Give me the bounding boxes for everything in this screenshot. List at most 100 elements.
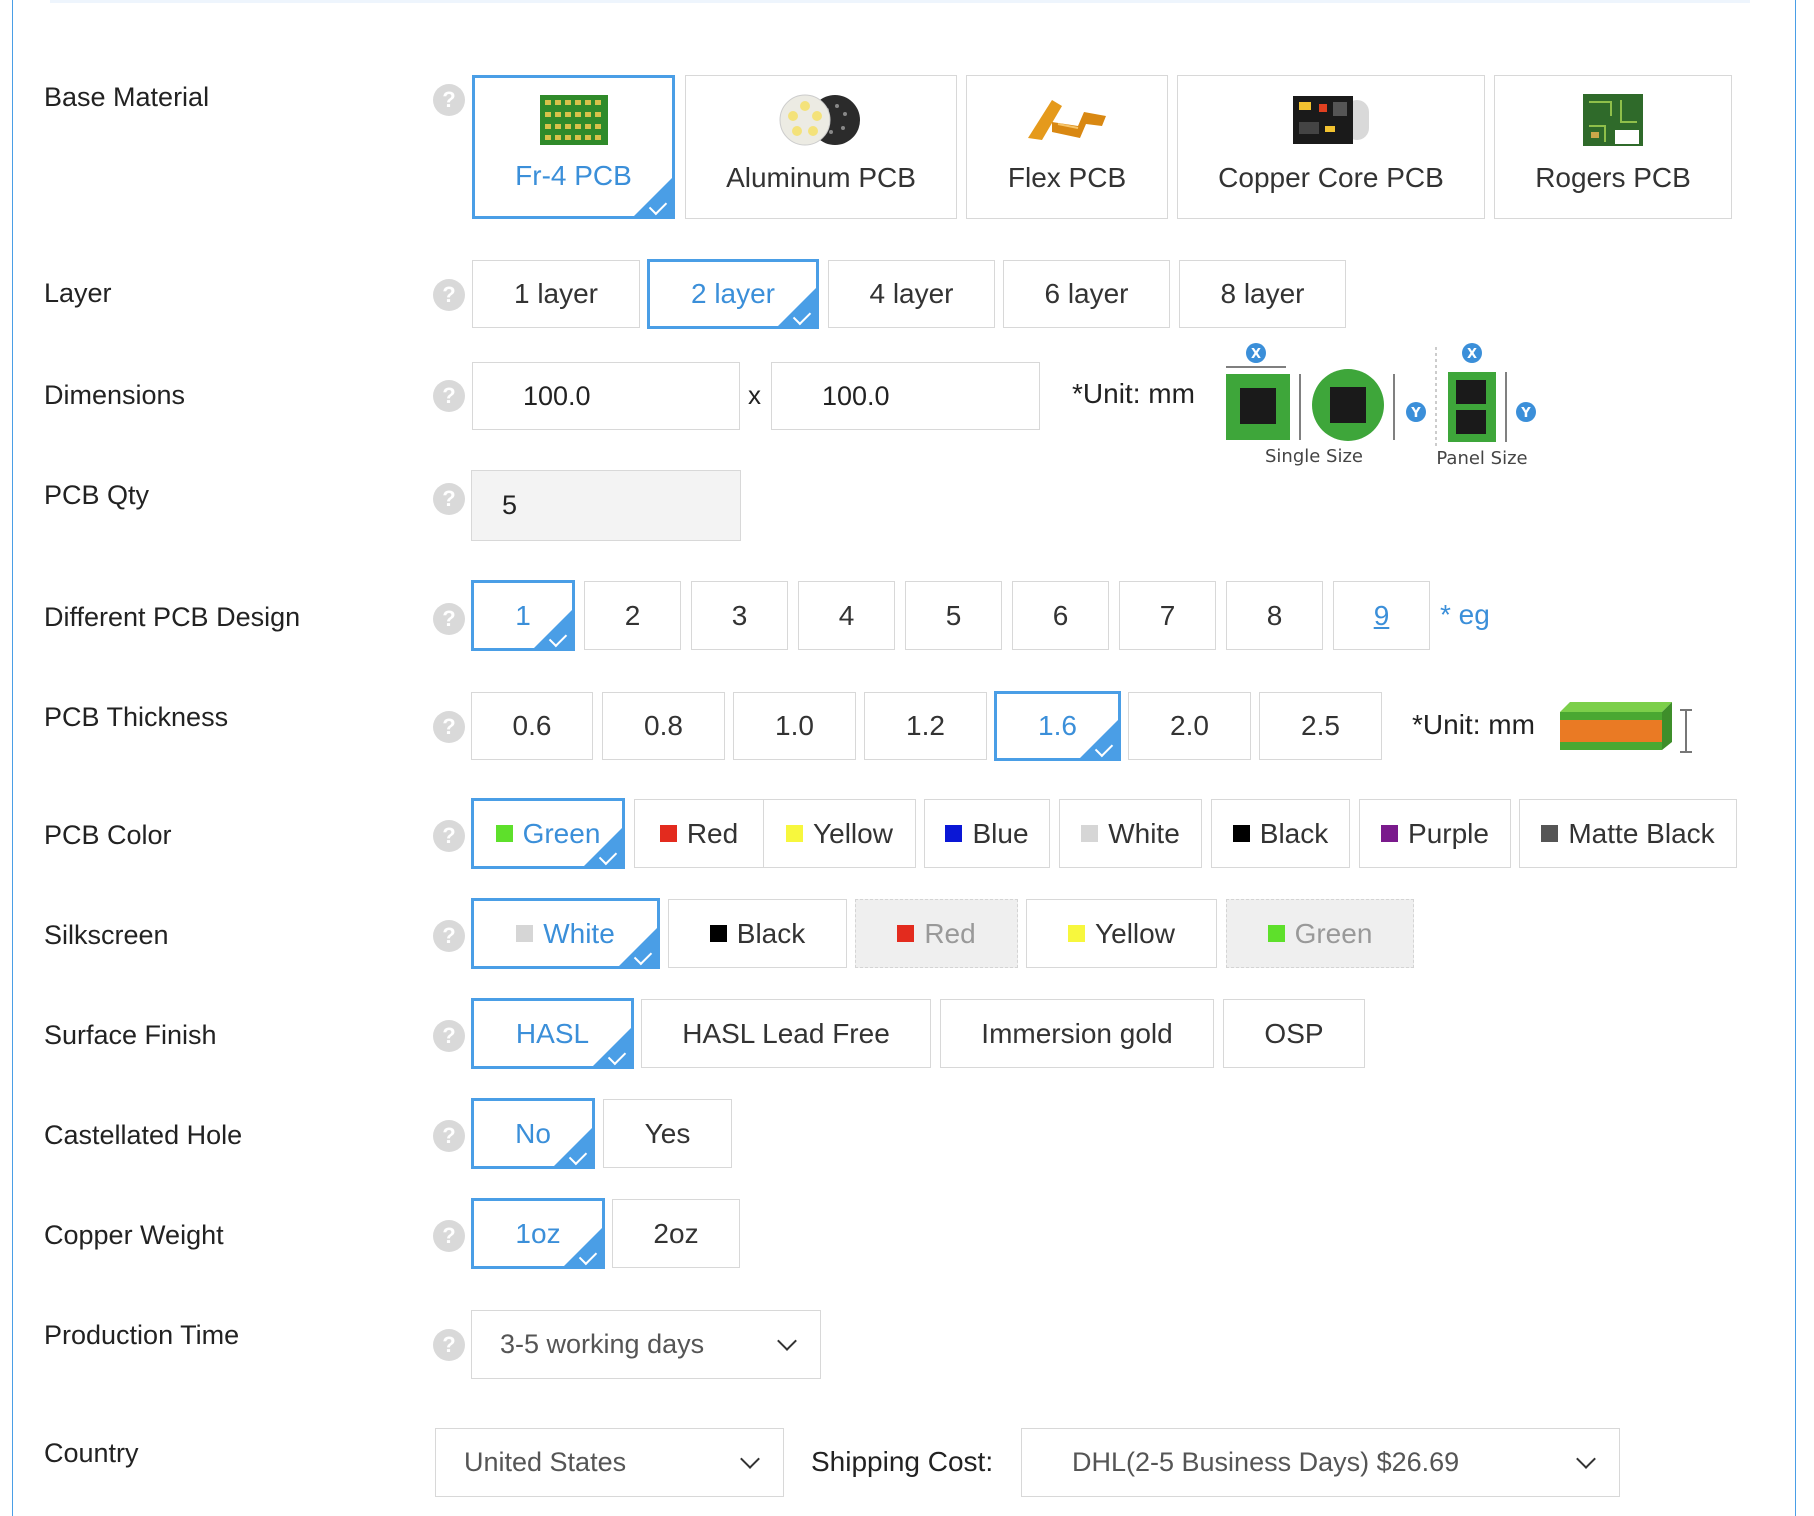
base-material-copper-core[interactable]: Copper Core PCB: [1177, 75, 1485, 219]
pcb-color-matte-black[interactable]: Matte Black: [1519, 799, 1737, 868]
pcb-color-red[interactable]: Red: [634, 799, 764, 868]
base-material-aluminum[interactable]: Aluminum PCB: [685, 75, 957, 219]
help-icon[interactable]: ?: [433, 711, 465, 743]
option-label: 4: [838, 599, 855, 631]
pcb-color-black[interactable]: Black: [1211, 799, 1350, 868]
single-size-caption: Single Size: [1265, 446, 1363, 467]
design-option-5[interactable]: 5: [905, 581, 1002, 650]
aluminum-pcb-icon: [779, 94, 860, 146]
design-option-1[interactable]: 1: [471, 580, 575, 651]
pcb-color-green[interactable]: Green: [471, 798, 625, 869]
flex-pcb-icon: [1028, 100, 1106, 140]
copper-weight-1oz[interactable]: 1oz: [471, 1198, 605, 1269]
width-value: 100.0: [523, 380, 591, 411]
thickness-option-0-6[interactable]: 0.6: [471, 692, 593, 760]
country-label: Country: [44, 1438, 139, 1468]
base-material-flex[interactable]: Flex PCB: [966, 75, 1168, 219]
thickness-option-1-0[interactable]: 1.0: [733, 692, 856, 760]
help-icon[interactable]: ?: [433, 603, 465, 635]
option-label: OSP: [1264, 1017, 1324, 1049]
silkscreen-black[interactable]: Black: [668, 899, 847, 968]
layer-option-6[interactable]: 6 layer: [1003, 260, 1170, 328]
design-option-8[interactable]: 8: [1226, 581, 1323, 650]
thickness-option-1-6[interactable]: 1.6: [994, 691, 1121, 761]
design-option-4[interactable]: 4: [798, 581, 895, 650]
thickness-label: PCB Thickness: [44, 702, 229, 732]
surface-finish-osp[interactable]: OSP: [1223, 999, 1365, 1068]
dimensions-label: Dimensions: [44, 380, 186, 410]
copper-weight-label: Copper Weight: [44, 1220, 224, 1250]
base-material-fr4[interactable]: Fr-4 PCB: [472, 75, 675, 219]
design-option-6[interactable]: 6: [1012, 581, 1109, 650]
design-option-2[interactable]: 2: [584, 581, 681, 650]
castellated-yes[interactable]: Yes: [603, 1099, 732, 1168]
pcb-color-label: PCB Color: [44, 820, 172, 850]
help-icon[interactable]: ?: [433, 380, 465, 412]
help-icon[interactable]: ?: [433, 483, 465, 515]
axis-x-label-1: X: [1251, 347, 1261, 362]
help-icon[interactable]: ?: [433, 920, 465, 952]
help-icon[interactable]: ?: [433, 1120, 465, 1152]
option-label: HASL: [515, 1017, 590, 1049]
board-thickness-icon: [1560, 702, 1692, 753]
base-material-rogers[interactable]: Rogers PCB: [1494, 75, 1732, 219]
option-label: Yes: [644, 1117, 691, 1149]
design-option-7[interactable]: 7: [1119, 581, 1216, 650]
layer-option-8[interactable]: 8 layer: [1179, 260, 1346, 328]
different-design-label: Different PCB Design: [44, 602, 301, 632]
pcb-color-yellow[interactable]: Yellow: [764, 799, 916, 868]
panel-size-caption: Panel Size: [1436, 448, 1527, 469]
option-label: 1 layer: [513, 278, 599, 309]
help-icon[interactable]: ?: [433, 279, 465, 311]
help-icon[interactable]: ?: [433, 84, 465, 116]
shipping-select[interactable]: DHL(2-5 Business Days) $26.69: [1021, 1428, 1620, 1497]
option-label: 1.2: [906, 710, 945, 741]
thickness-option-0-8[interactable]: 0.8: [602, 692, 725, 760]
option-label: 2 layer: [690, 278, 776, 309]
height-value: 100.0: [822, 380, 890, 411]
check-icon: [548, 628, 568, 648]
production-time-select[interactable]: 3-5 working days: [471, 1310, 821, 1379]
surface-finish-hasl[interactable]: HASL: [471, 998, 634, 1069]
thickness-option-2-0[interactable]: 2.0: [1128, 692, 1251, 760]
option-label: Matte Black: [1568, 817, 1715, 849]
height-input[interactable]: 100.0: [771, 362, 1040, 430]
silkscreen-yellow[interactable]: Yellow: [1026, 899, 1217, 968]
layer-option-4[interactable]: 4 layer: [828, 260, 995, 328]
yellow-swatch-icon: [786, 825, 804, 842]
silkscreen-green: Green: [1226, 899, 1414, 968]
option-label: Yellow: [813, 817, 893, 849]
pcb-color-blue[interactable]: Blue: [924, 799, 1050, 868]
design-option-9[interactable]: 9: [1333, 581, 1430, 650]
help-icon[interactable]: ?: [433, 1329, 465, 1361]
help-icon[interactable]: ?: [433, 1220, 465, 1252]
check-icon: [568, 1146, 588, 1166]
help-icon[interactable]: ?: [433, 820, 465, 852]
blue-swatch-icon: [945, 825, 963, 842]
surface-finish-immersion-gold[interactable]: Immersion gold: [940, 999, 1214, 1068]
design-eg-link[interactable]: * eg: [1440, 599, 1490, 631]
surface-finish-label: Surface Finish: [44, 1020, 217, 1050]
pcb-color-white[interactable]: White: [1059, 799, 1202, 868]
dimensions-unit: *Unit: mm: [1072, 378, 1195, 409]
pcb-qty-input[interactable]: 5: [471, 470, 741, 541]
design-option-3[interactable]: 3: [691, 581, 788, 650]
layer-option-1[interactable]: 1 layer: [472, 260, 640, 328]
production-time-label: Production Time: [44, 1320, 240, 1350]
silkscreen-white[interactable]: White: [471, 898, 660, 969]
castellated-no[interactable]: No: [471, 1098, 595, 1169]
width-input[interactable]: 100.0: [472, 362, 740, 430]
yellow-swatch-icon: [1068, 925, 1086, 942]
shipping-value: DHL(2-5 Business Days) $26.69: [1072, 1447, 1460, 1477]
copper-weight-2oz[interactable]: 2oz: [612, 1199, 740, 1268]
thickness-option-1-2[interactable]: 1.2: [864, 692, 987, 760]
thickness-option-2-5[interactable]: 2.5: [1259, 692, 1382, 760]
option-label: No: [515, 1117, 551, 1149]
help-icon[interactable]: ?: [433, 1020, 465, 1052]
surface-finish-hasl-lead-free[interactable]: HASL Lead Free: [641, 999, 931, 1068]
layer-option-2[interactable]: 2 layer: [647, 259, 819, 329]
pcb-color-purple[interactable]: Purple: [1359, 799, 1511, 868]
thickness-unit: *Unit: mm: [1412, 709, 1535, 740]
option-label: 6: [1052, 599, 1069, 631]
country-select[interactable]: United States: [435, 1428, 784, 1497]
